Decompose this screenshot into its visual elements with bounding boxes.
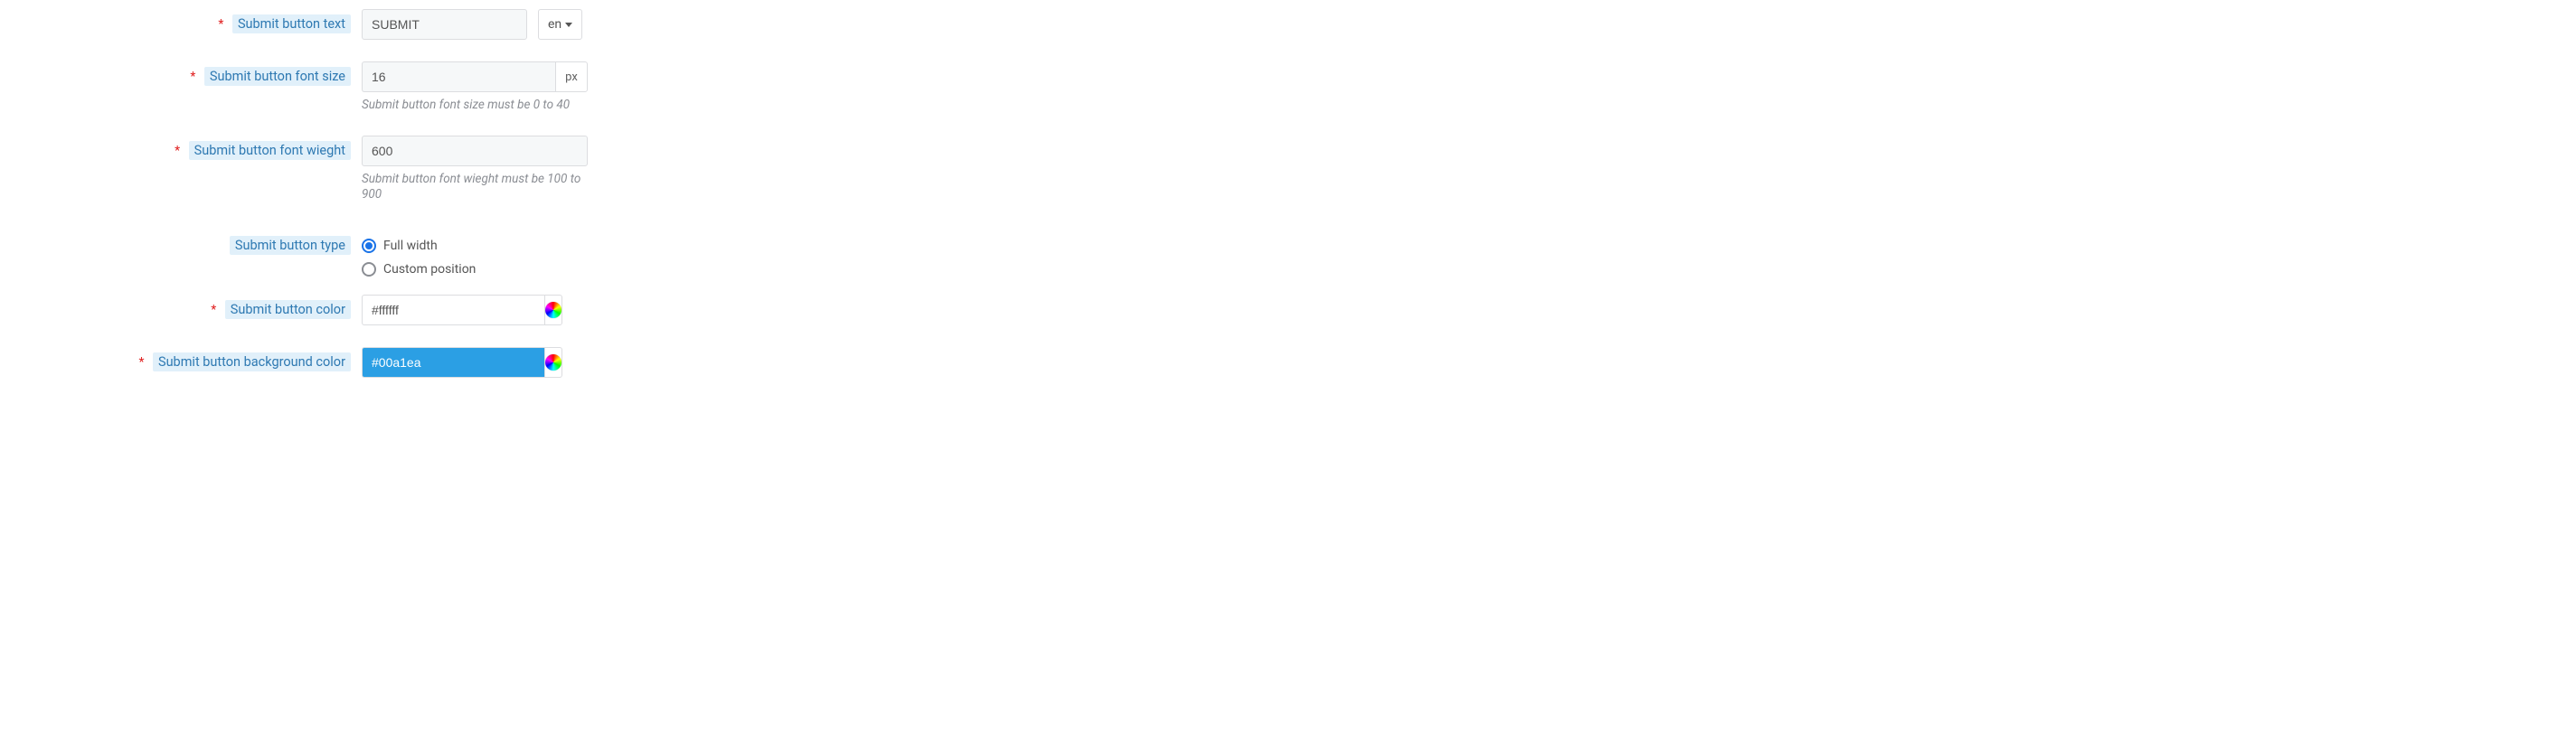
input-wrap: en [362,9,750,40]
radio-label: Full width [383,237,438,255]
radio-full-width[interactable]: Full width [362,237,750,255]
label-submit-text: Submit button text [232,14,351,33]
label-col: * Submit button font size [118,61,362,92]
radio-off-icon [362,262,376,277]
submit-text-input[interactable] [362,9,527,40]
row-color: * Submit button color [118,295,750,325]
input-col: Full width Custom position [362,230,750,278]
label-font-size: Submit button font size [204,67,351,86]
radio-label: Custom position [383,260,476,278]
row-submit-text: * Submit button text en [118,9,750,40]
font-weight-input[interactable] [362,136,588,166]
label-col: Submit button type [118,230,362,261]
color-wheel-icon [545,302,561,318]
row-button-type: Submit button type Full width Custom pos… [118,230,750,278]
font-weight-help: Submit button font wieght must be 100 to… [362,172,588,203]
color-wheel-icon [545,354,561,371]
row-font-size: * Submit button font size px Submit butt… [118,61,750,114]
language-value: en [548,17,561,32]
radio-on-icon [362,239,376,253]
input-col [362,295,750,325]
label-color: Submit button color [225,300,351,319]
required-star: * [175,144,180,158]
input-col: Submit button font wieght must be 100 to… [362,136,750,203]
color-group [362,295,533,325]
required-star: * [218,17,223,32]
row-bg-color: * Submit button background color [118,347,750,378]
unit-px: px [555,61,588,92]
required-star: * [211,303,216,317]
chevron-down-icon [565,23,572,27]
required-star: * [190,70,195,84]
label-col: * Submit button text [118,9,362,40]
bg-color-input[interactable] [362,347,544,378]
radio-custom-position[interactable]: Custom position [362,260,750,278]
row-font-weight: * Submit button font wieght Submit butto… [118,136,750,203]
bg-color-group [362,347,533,378]
language-select[interactable]: en [538,9,582,40]
required-star: * [138,355,144,370]
input-col [362,347,750,378]
font-size-input[interactable] [362,61,555,92]
label-font-weight: Submit button font wieght [189,141,351,160]
label-button-type: Submit button type [230,236,351,255]
form-container: * Submit button text en * Submit button … [118,0,750,378]
color-input[interactable] [362,295,544,325]
input-col: en [362,9,750,40]
font-size-help: Submit button font size must be 0 to 40 [362,98,588,114]
input-col: px Submit button font size must be 0 to … [362,61,750,114]
bg-color-picker-button[interactable] [544,347,562,378]
label-bg-color: Submit button background color [153,352,351,371]
radio-list: Full width Custom position [362,230,750,278]
label-col: * Submit button background color [118,347,362,378]
color-picker-button[interactable] [544,295,562,325]
font-size-group: px [362,61,588,92]
label-col: * Submit button color [118,295,362,325]
label-col: * Submit button font wieght [118,136,362,166]
